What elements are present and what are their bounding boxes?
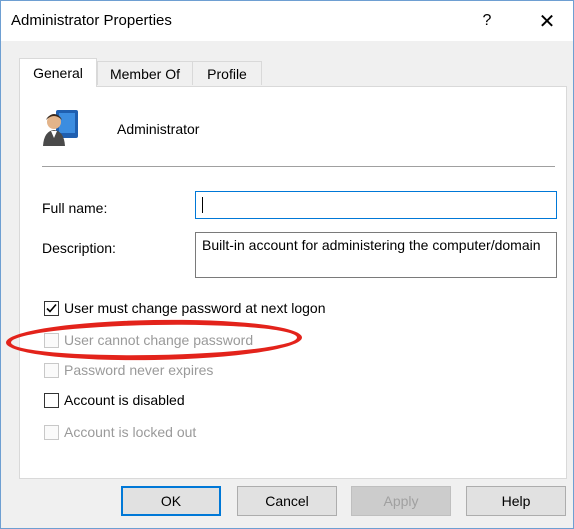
checkbox-account-disabled[interactable]: Account is disabled [44, 390, 185, 410]
checkbox-cannot-change-password: User cannot change password [44, 330, 253, 350]
checkbox-box[interactable] [44, 392, 59, 408]
title-bar: Administrator Properties ? ✕ [1, 1, 573, 41]
checkbox-label: Password never expires [64, 362, 214, 378]
checkmark-icon [46, 303, 57, 313]
tab-profile[interactable]: Profile [192, 61, 262, 85]
full-name-label: Full name: [42, 200, 108, 216]
description-field[interactable]: Built-in account for administering the c… [195, 232, 557, 278]
window-title: Administrator Properties [11, 12, 172, 29]
checkbox-label: User must change password at next logon [64, 300, 326, 316]
apply-button: Apply [351, 486, 451, 516]
checkbox-label: Account is locked out [64, 424, 197, 440]
checkbox-label: User cannot change password [64, 332, 254, 348]
close-icon[interactable]: ✕ [527, 7, 567, 35]
tab-member-of[interactable]: Member Of [97, 61, 193, 85]
ok-button[interactable]: OK [121, 486, 221, 516]
user-icon [43, 110, 78, 146]
text-caret [202, 197, 203, 213]
tab-general[interactable]: General [19, 58, 97, 87]
full-name-field[interactable] [195, 191, 557, 219]
checkbox-label: Account is disabled [64, 392, 185, 408]
checkbox-password-never-expires: Password never expires [44, 360, 213, 380]
help-button[interactable]: Help [466, 486, 566, 516]
checkbox-box [44, 332, 59, 348]
user-name: Administrator [117, 121, 200, 137]
checkbox-must-change-password[interactable]: User must change password at next logon [44, 298, 325, 318]
help-icon[interactable]: ? [467, 7, 507, 35]
checkbox-box[interactable] [44, 300, 59, 316]
cancel-button[interactable]: Cancel [237, 486, 337, 516]
description-label: Description: [42, 240, 116, 256]
checkbox-box [44, 362, 59, 378]
checkbox-account-locked-out: Account is locked out [44, 422, 196, 442]
properties-dialog: Administrator Properties ? ✕ General Mem… [0, 0, 574, 529]
separator [42, 166, 555, 167]
checkbox-box [44, 424, 59, 440]
general-tab-panel: Administrator Full name: Description: Bu… [19, 86, 567, 479]
